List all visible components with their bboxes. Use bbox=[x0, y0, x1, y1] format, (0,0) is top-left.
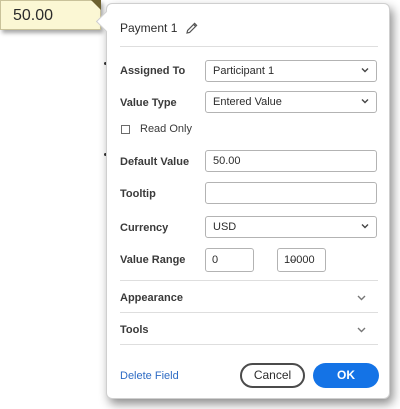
divider bbox=[120, 312, 378, 313]
currency-select[interactable]: USD bbox=[205, 216, 377, 238]
chevron-down-icon[interactable] bbox=[356, 292, 367, 303]
currency-label: Currency bbox=[120, 222, 169, 234]
default-value-label: Default Value bbox=[120, 156, 190, 168]
tooltip-input[interactable] bbox=[205, 182, 377, 204]
chevron-down-icon[interactable] bbox=[356, 324, 367, 335]
range-max-value: 10000 bbox=[284, 254, 315, 266]
default-value-text: 50.00 bbox=[213, 155, 241, 167]
ok-button[interactable]: OK bbox=[313, 363, 379, 388]
value-type-label: Value Type bbox=[120, 97, 177, 109]
delete-field-link[interactable]: Delete Field bbox=[120, 370, 179, 382]
cancel-button[interactable]: Cancel bbox=[240, 363, 305, 388]
range-min-value: 0 bbox=[212, 254, 219, 266]
divider bbox=[120, 280, 378, 281]
value-type-select[interactable]: Entered Value bbox=[205, 91, 377, 113]
divider bbox=[120, 344, 378, 345]
assigned-to-value: Participant 1 bbox=[213, 65, 275, 77]
value-range-label: Value Range bbox=[120, 254, 186, 266]
section-tools[interactable]: Tools bbox=[120, 324, 149, 336]
range-max-input[interactable]: 10000 bbox=[277, 248, 326, 272]
field-properties-panel: Payment 1 Assigned To Participant 1 Valu… bbox=[95, 3, 390, 399]
tooltip-label: Tooltip bbox=[120, 188, 156, 200]
divider bbox=[120, 46, 378, 47]
field-corner-marker bbox=[91, 0, 101, 10]
read-only-label: Read Only bbox=[140, 123, 192, 135]
chevron-down-icon bbox=[361, 224, 369, 229]
chevron-down-icon bbox=[361, 99, 369, 104]
pencil-icon[interactable] bbox=[185, 21, 199, 35]
field-title: Payment 1 bbox=[120, 21, 178, 35]
range-min-input[interactable]: 0 bbox=[205, 248, 254, 272]
default-value-input[interactable]: 50.00 bbox=[205, 150, 377, 172]
form-field-tag[interactable]: 50.00 bbox=[0, 0, 101, 30]
section-appearance[interactable]: Appearance bbox=[120, 292, 183, 304]
value-type-value: Entered Value bbox=[213, 96, 282, 108]
assigned-to-label: Assigned To bbox=[120, 65, 186, 77]
currency-value: USD bbox=[213, 221, 237, 233]
field-tag-value: 50.00 bbox=[13, 7, 54, 24]
read-only-checkbox[interactable] bbox=[121, 125, 130, 134]
chevron-down-icon bbox=[361, 68, 369, 73]
panel-header: Payment 1 bbox=[120, 21, 199, 35]
assigned-to-select[interactable]: Participant 1 bbox=[205, 60, 377, 82]
